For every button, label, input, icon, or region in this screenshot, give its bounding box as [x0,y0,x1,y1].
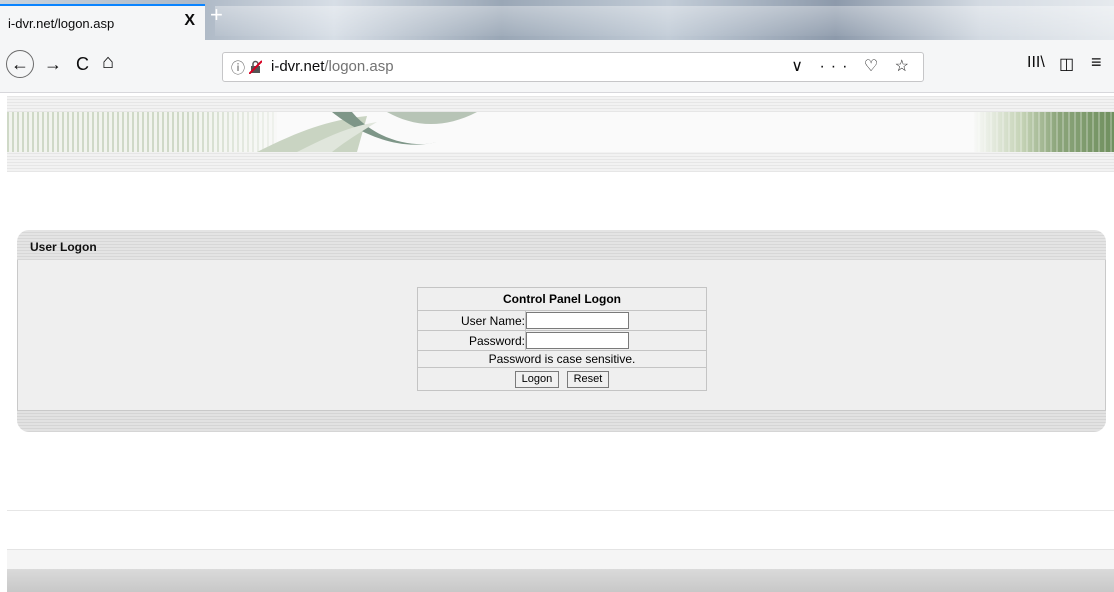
logon-form-title: Control Panel Logon [417,287,707,311]
library-icon[interactable]: III\ [1027,54,1045,72]
footer-bar [7,569,1114,592]
header-banner [7,112,1114,152]
new-tab-icon[interactable]: + [210,2,223,28]
page-actions[interactable]: ∨ ··· ♡ ☆ [791,56,915,76]
insecure-lock-icon [249,60,262,74]
username-input[interactable] [526,312,629,329]
reload-button[interactable]: C [76,54,89,74]
active-tab[interactable]: i-dvr.net/logon.asp X [0,4,205,40]
navigation-toolbar: ← → C ⌂ ⓘ i-dvr.net/logon.asp ∨ ··· ♡ ☆ … [0,40,1114,93]
logon-button[interactable]: Logon [514,370,560,388]
address-bar[interactable]: ⓘ i-dvr.net/logon.asp ∨ ··· ♡ ☆ [222,52,924,82]
password-note: Password is case sensitive. [417,350,707,368]
banner-stripes-right [972,112,1114,152]
header-top-band [7,96,1114,112]
url-host: i-dvr.net [271,58,325,75]
tab-close-icon[interactable]: X [184,12,195,30]
footer-band [7,549,1114,570]
logon-form: Control Panel Logon User Name: Password:… [417,287,707,391]
url-path: /logon.asp [324,58,394,75]
username-label: User Name: [417,310,526,331]
url-text: i-dvr.net/logon.asp [271,58,394,75]
reset-button[interactable]: Reset [566,370,610,388]
site-info-icon[interactable]: ⓘ [231,58,245,78]
password-input[interactable] [526,332,629,349]
home-button[interactable]: ⌂ [102,52,114,72]
tab-title: i-dvr.net/logon.asp [8,16,115,31]
password-label: Password: [417,330,526,351]
header-bottom-band [7,152,1114,172]
panel-header: User Logon [17,230,1106,260]
menu-icon[interactable]: ≡ [1091,52,1102,73]
forward-button[interactable]: → [44,54,62,74]
button-row: Logon Reset [417,367,707,391]
sidebar-icon[interactable]: ◫ [1059,54,1074,74]
panel-title: User Logon [30,240,97,254]
back-button[interactable]: ← [6,50,34,78]
footer-divider [7,510,1114,511]
username-cell [525,310,707,331]
tab-strip: i-dvr.net/logon.asp X + [0,0,1114,40]
panel-footer [17,410,1106,432]
password-cell [525,330,707,351]
banner-swoosh-graphic [257,112,477,152]
